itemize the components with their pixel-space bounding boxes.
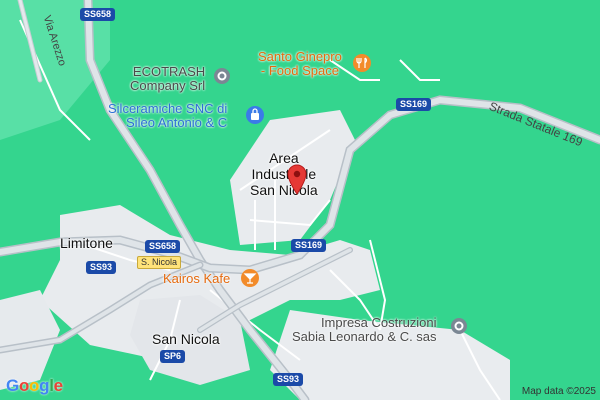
poi-label-line: Company Srl — [130, 78, 206, 94]
location-pin-icon[interactable] — [286, 163, 308, 195]
poi-label-line: Sabia Leonardo & C. sas — [292, 329, 437, 345]
poi-label-line: Sileo Antonio & C — [126, 115, 228, 131]
place-label-limitone[interactable]: Limitone — [60, 235, 113, 251]
poi-silceramiche[interactable]: Silceramiche SNC di Sileo Antonio & C — [108, 101, 228, 131]
road-shield-ss169: SS169 — [396, 98, 432, 111]
road-shield-sp6: SP6 — [160, 350, 186, 363]
poi-label-line: Silceramiche SNC di — [108, 101, 228, 116]
poi-kairos-kafe[interactable]: Kairos Kafe — [163, 271, 230, 286]
poi-label-line: Impresa Costruzioni — [320, 315, 437, 330]
restaurant-icon[interactable] — [352, 53, 372, 73]
road-shield-ss658: SS658 — [80, 8, 116, 21]
road-shield-ss658: SS658 — [145, 240, 181, 253]
road-shield-ss169: SS169 — [291, 239, 327, 252]
bar-icon[interactable] — [240, 268, 260, 288]
google-logo[interactable]: Google — [6, 376, 63, 396]
poi-label-line: - Food Space — [260, 63, 339, 79]
road-shield-ss93: SS93 — [273, 373, 304, 386]
road-shield-s-nicola: S. Nicola — [137, 256, 182, 269]
poi-label-line: Santo Ginepro — [258, 49, 342, 64]
place-label-san-nicola[interactable]: San Nicola — [152, 331, 220, 347]
shopping-bag-icon[interactable] — [245, 105, 265, 125]
road-shield-ss93: SS93 — [86, 261, 117, 274]
poi-impresa-costruzioni[interactable]: Impresa Costruzioni Sabia Leonardo & C. … — [292, 315, 437, 345]
poi-label-line: ECOTRASH — [132, 64, 206, 79]
poi-santo-ginepro[interactable]: Santo Ginepro - Food Space — [258, 49, 342, 79]
map-canvas[interactable]: SS658 SS169 SS169 SS658 SS93 SS93 SP6 S.… — [0, 0, 600, 400]
map-attribution[interactable]: Map data ©2025 — [522, 386, 596, 397]
business-icon[interactable] — [213, 67, 231, 85]
business-icon[interactable] — [450, 317, 468, 335]
poi-ecotrash[interactable]: ECOTRASH Company Srl — [130, 64, 206, 94]
